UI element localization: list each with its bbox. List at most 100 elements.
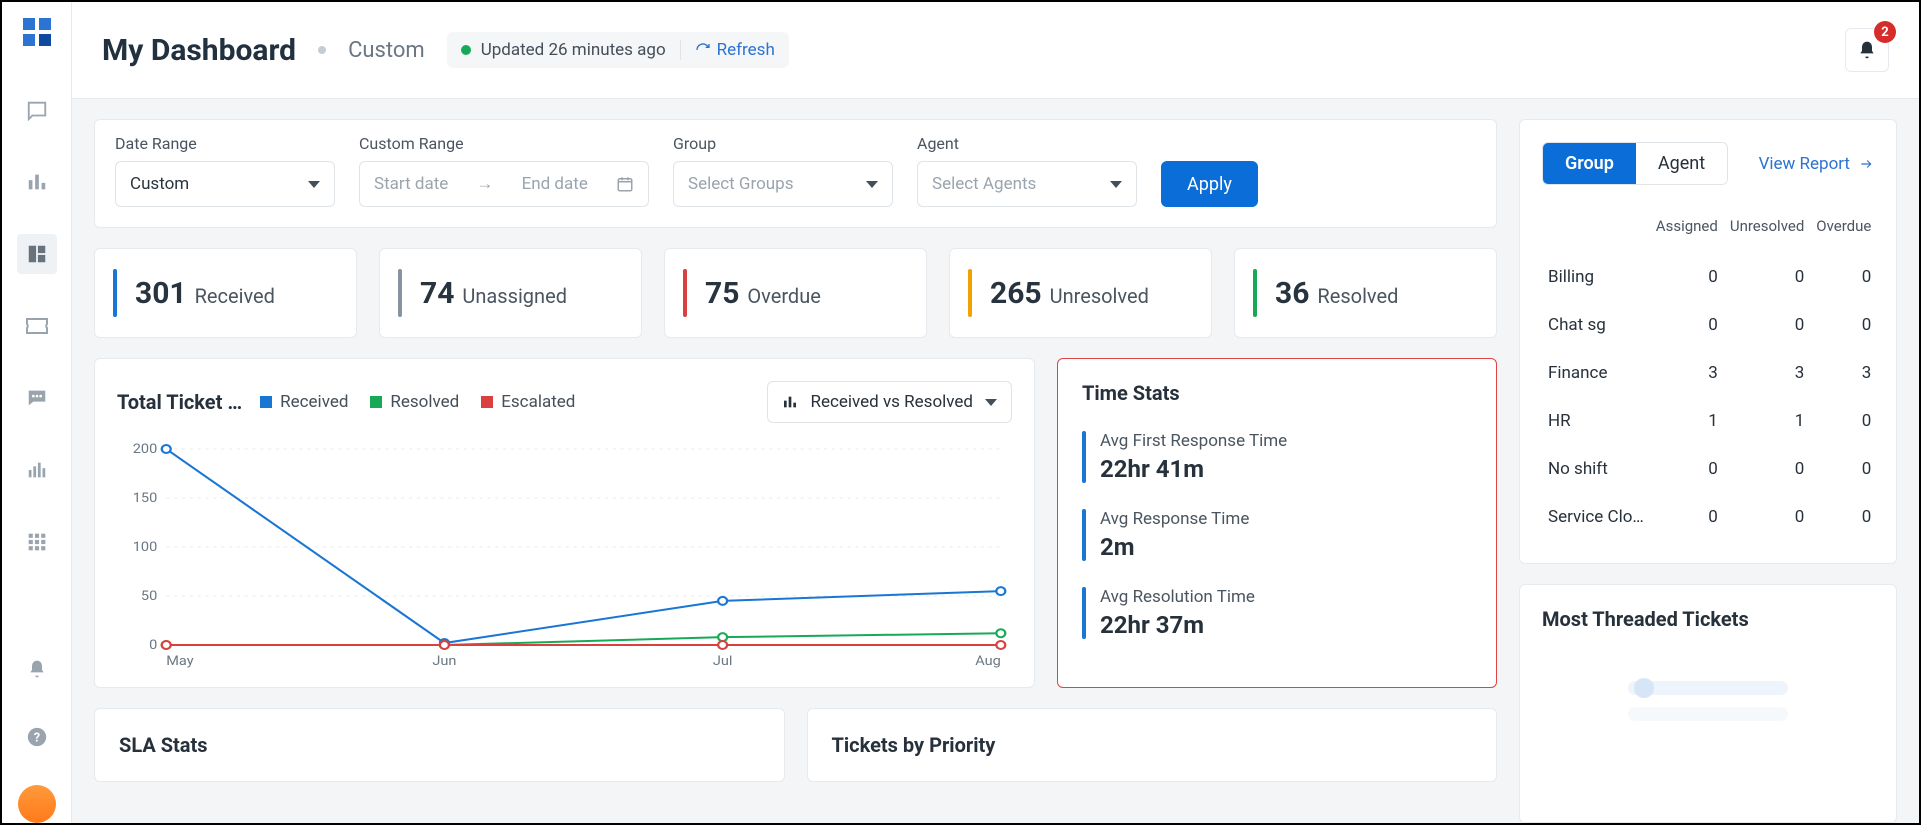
pill-divider — [680, 40, 681, 60]
table-row[interactable]: Chat sg 0 0 0 — [1542, 301, 1877, 349]
legend-resolved: Resolved — [390, 392, 459, 412]
stat-value: 74 — [420, 276, 454, 311]
nav-inbox-icon[interactable] — [17, 90, 57, 130]
app-logo[interactable] — [19, 14, 55, 50]
sla-stats-title: SLA Stats — [119, 733, 760, 757]
row-unresolved: 1 — [1724, 397, 1810, 445]
row-overdue: 0 — [1810, 301, 1877, 349]
chart-type-select[interactable]: Received vs Resolved — [767, 381, 1012, 423]
nav-help-icon[interactable]: ? — [17, 717, 57, 757]
row-unresolved: 3 — [1724, 349, 1810, 397]
refresh-button[interactable]: Refresh — [695, 40, 775, 60]
table-row[interactable]: Finance 3 3 3 — [1542, 349, 1877, 397]
table-row[interactable]: Service Clo… 0 0 0 — [1542, 493, 1877, 541]
table-row[interactable]: Billing 0 0 0 — [1542, 253, 1877, 301]
empty-state-icon — [1618, 671, 1798, 731]
row-name: Service Clo… — [1542, 493, 1650, 541]
stat-bar — [398, 269, 402, 317]
segment-group[interactable]: Group — [1543, 143, 1636, 184]
row-overdue: 0 — [1810, 397, 1877, 445]
date-range-value: Custom — [130, 174, 189, 194]
stat-card[interactable]: 74 Unassigned — [379, 248, 642, 338]
arrow-right-icon — [1858, 157, 1874, 171]
legend-swatch-received — [260, 396, 272, 408]
header: My Dashboard Custom Updated 26 minutes a… — [72, 2, 1919, 99]
row-assigned: 0 — [1650, 301, 1724, 349]
nav-message-icon[interactable] — [17, 378, 57, 418]
group-table: Assigned Unresolved Overdue Billing 0 0 … — [1542, 209, 1877, 541]
nav-bell-icon[interactable] — [17, 649, 57, 689]
small-bar-icon — [782, 394, 798, 410]
row-unresolved: 0 — [1724, 493, 1810, 541]
stats-row: 301 Received 74 Unassigned 75 Overdue 26… — [94, 248, 1497, 338]
stat-card[interactable]: 265 Unresolved — [949, 248, 1212, 338]
svg-text:Aug: Aug — [975, 654, 1001, 669]
notifications-button[interactable]: 2 — [1845, 28, 1889, 72]
time-stat-item: Avg Resolution Time 22hr 37m — [1082, 587, 1472, 639]
time-stat-value: 2m — [1100, 533, 1249, 561]
nav-ticket-icon[interactable] — [17, 306, 57, 346]
group-select[interactable]: Select Groups — [673, 161, 893, 207]
nav-dashboard-icon[interactable] — [17, 234, 57, 274]
most-threaded-title: Most Threaded Tickets — [1542, 607, 1874, 631]
time-stat-label: Avg Response Time — [1100, 509, 1249, 529]
start-date-placeholder: Start date — [374, 174, 448, 194]
mid-row: Total Ticket … Received Resolved Escalat… — [94, 358, 1497, 688]
row-unresolved: 0 — [1724, 301, 1810, 349]
svg-text:?: ? — [33, 731, 39, 746]
row-name: No shift — [1542, 445, 1650, 493]
bottom-row: SLA Stats Tickets by Priority — [94, 708, 1497, 782]
chevron-down-icon — [308, 181, 320, 188]
time-stats-title: Time Stats — [1082, 381, 1472, 405]
row-assigned: 1 — [1650, 397, 1724, 445]
stat-card[interactable]: 301 Received — [94, 248, 357, 338]
filters-bar: Date Range Custom Custom Range Start dat… — [94, 119, 1497, 228]
row-name: Finance — [1542, 349, 1650, 397]
custom-range-input[interactable]: Start date → End date — [359, 161, 649, 207]
time-stat-item: Avg First Response Time 22hr 41m — [1082, 431, 1472, 483]
stat-bar — [1253, 269, 1257, 317]
total-tickets-chart-card: Total Ticket … Received Resolved Escalat… — [94, 358, 1035, 688]
row-overdue: 0 — [1810, 253, 1877, 301]
time-stat-label: Avg First Response Time — [1100, 431, 1287, 451]
legend-swatch-escalated — [481, 396, 493, 408]
agent-placeholder: Select Agents — [932, 174, 1036, 194]
arrow-right-icon: → — [476, 174, 493, 194]
nav-analytics-icon[interactable] — [17, 450, 57, 490]
time-stat-value: 22hr 37m — [1100, 611, 1255, 639]
svg-text:200: 200 — [133, 442, 158, 457]
row-name: Chat sg — [1542, 301, 1650, 349]
stat-card[interactable]: 75 Overdue — [664, 248, 927, 338]
nav-apps-icon[interactable] — [17, 522, 57, 562]
date-range-select[interactable]: Custom — [115, 161, 335, 207]
nav-bar-chart-icon[interactable] — [17, 162, 57, 202]
date-range-label: Date Range — [115, 134, 335, 153]
agent-select[interactable]: Select Agents — [917, 161, 1137, 207]
row-overdue: 0 — [1810, 445, 1877, 493]
segment-agent[interactable]: Agent — [1636, 143, 1727, 184]
svg-text:May: May — [166, 654, 194, 669]
stat-value: 265 — [990, 276, 1042, 311]
chart-legend: Received Resolved Escalated — [260, 392, 575, 412]
apply-button[interactable]: Apply — [1161, 161, 1258, 207]
svg-text:50: 50 — [141, 589, 157, 604]
most-threaded-panel: Most Threaded Tickets — [1519, 584, 1897, 823]
group-agent-panel: Group Agent View Report Assigned Unresol — [1519, 119, 1897, 564]
nav-avatar[interactable] — [18, 785, 56, 823]
calendar-icon — [616, 175, 634, 193]
agent-label: Agent — [917, 134, 1137, 153]
view-report-link[interactable]: View Report — [1759, 154, 1874, 174]
row-overdue: 0 — [1810, 493, 1877, 541]
tickets-by-priority-card: Tickets by Priority — [807, 708, 1498, 782]
stat-card[interactable]: 36 Resolved — [1234, 248, 1497, 338]
stat-value: 75 — [705, 276, 739, 311]
legend-swatch-resolved — [370, 396, 382, 408]
chevron-down-icon — [985, 399, 997, 406]
time-stats-card: Time Stats Avg First Response Time 22hr … — [1057, 358, 1497, 688]
legend-received: Received — [280, 392, 348, 412]
time-stat-value: 22hr 41m — [1100, 455, 1287, 483]
stat-value: 36 — [1275, 276, 1309, 311]
stat-bar — [968, 269, 972, 317]
table-row[interactable]: HR 1 1 0 — [1542, 397, 1877, 445]
table-row[interactable]: No shift 0 0 0 — [1542, 445, 1877, 493]
